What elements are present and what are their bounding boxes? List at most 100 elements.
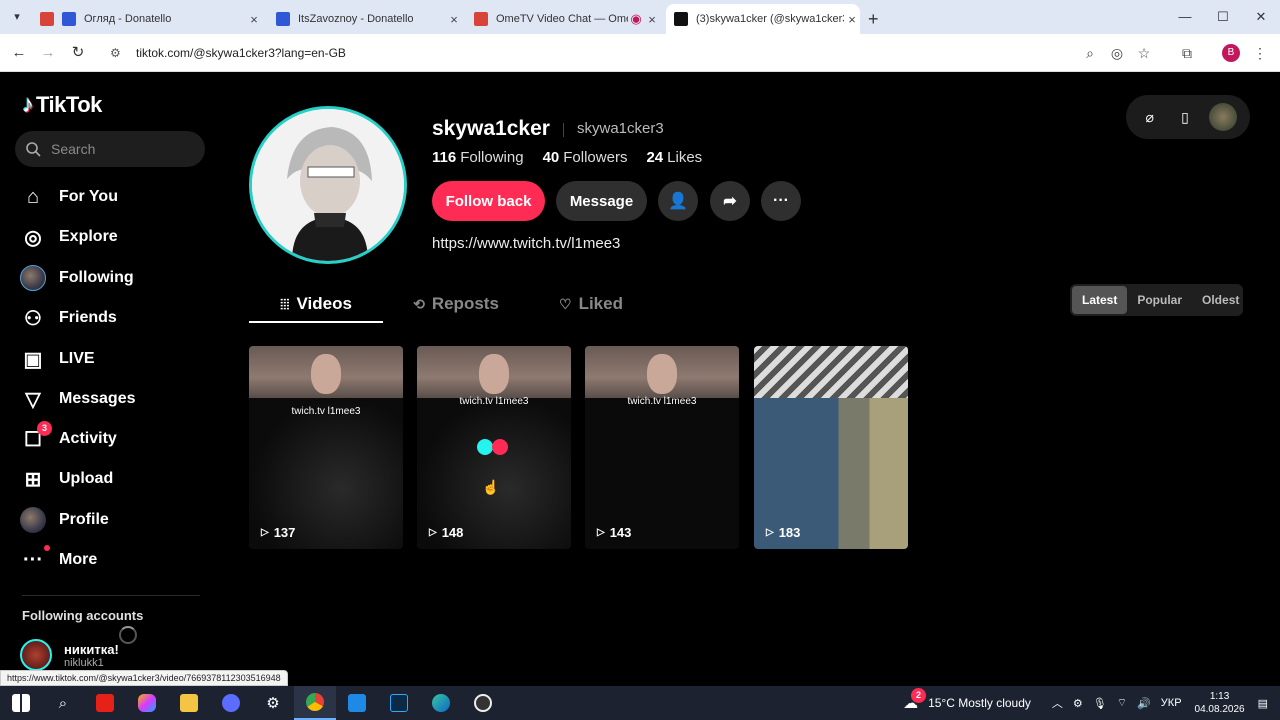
following-stat[interactable]: 116 Following bbox=[432, 149, 524, 166]
sort-latest[interactable]: Latest bbox=[1072, 286, 1128, 314]
url-field[interactable]: ⚙ tiktok.com/@skywa1cker3?lang=en-GB bbox=[104, 39, 1164, 67]
sidebar-item-more[interactable]: ··· More bbox=[18, 542, 208, 578]
maximize-icon[interactable]: ☐ bbox=[1204, 0, 1242, 34]
search-input[interactable]: Search bbox=[15, 131, 205, 167]
browser-tab-active[interactable]: (3)skywa1cker (@skywa1cker3) × bbox=[666, 4, 860, 34]
browser-tab[interactable]: OmeTV Video Chat — Ome ◉ × bbox=[474, 4, 660, 34]
sidebar-item-following[interactable]: Following bbox=[18, 260, 208, 296]
edge-icon[interactable] bbox=[420, 686, 462, 720]
app-icon[interactable] bbox=[210, 686, 252, 720]
copilot-icon[interactable] bbox=[126, 686, 168, 720]
windows-taskbar: ⌕ ⚙ ☁ 2 15°C Mostly cloudy ︿ ⚙ 🎙 ⌔ 🔊 УКР … bbox=[0, 686, 1280, 720]
video-caption: twich.tv l1mee3 bbox=[291, 406, 361, 417]
video-card[interactable]: twich.tv l1mee3 ▷ 143 bbox=[585, 346, 739, 549]
minimize-icon[interactable]: — bbox=[1166, 0, 1204, 34]
sidebar-item-label: LIVE bbox=[59, 350, 95, 367]
browser-tab[interactable]: ItsZavoznoy - Donatello × bbox=[276, 4, 462, 34]
tab-close-icon[interactable]: × bbox=[246, 12, 262, 27]
tray-chevron-icon[interactable]: ︿ bbox=[1052, 695, 1063, 711]
donatello-favicon-icon bbox=[276, 12, 290, 26]
back-icon[interactable]: ← bbox=[9, 43, 29, 63]
share-icon[interactable]: ➦ bbox=[710, 181, 750, 221]
loading-spinner-icon bbox=[119, 626, 137, 644]
profile-avatar[interactable] bbox=[249, 106, 407, 264]
new-tab-button[interactable]: + bbox=[868, 4, 888, 34]
tab-videos[interactable]: ⦙⦙⦙ Videos bbox=[249, 285, 383, 323]
browser-tab-title: (3)skywa1cker (@skywa1cker3) bbox=[696, 13, 844, 25]
forward-icon[interactable]: → bbox=[38, 43, 58, 63]
extensions-icon[interactable]: ⧉ bbox=[1177, 43, 1197, 63]
tiktok-note-icon: ♪ bbox=[22, 91, 34, 118]
video-card[interactable]: ▷ 183 bbox=[754, 346, 908, 549]
tab-liked[interactable]: ♡ Liked bbox=[541, 285, 641, 323]
recording-icon: ◉ bbox=[630, 11, 642, 26]
sidebar-item-for-you[interactable]: ⌂ For You bbox=[18, 179, 208, 215]
vpn-icon[interactable] bbox=[336, 686, 378, 720]
tab-close-icon[interactable]: × bbox=[844, 12, 860, 27]
mobile-app-icon[interactable]: ▯ bbox=[1174, 106, 1196, 128]
photoshop-icon[interactable] bbox=[378, 686, 420, 720]
loading-dots-icon bbox=[477, 439, 508, 455]
sidebar-item-upload[interactable]: ⊞ Upload bbox=[18, 461, 208, 497]
active-tab-underline bbox=[249, 321, 383, 323]
tiktok-logo[interactable]: ♪ TikTok bbox=[22, 91, 102, 119]
video-card[interactable]: twich.tv l1mee3 ▷ 137 bbox=[249, 346, 403, 549]
more-options-icon[interactable]: ··· bbox=[761, 181, 801, 221]
tab-search-chevron-icon[interactable]: ▾ bbox=[8, 8, 26, 26]
follow-back-button[interactable]: Follow back bbox=[432, 181, 545, 221]
microphone-icon[interactable]: 🎙 bbox=[1093, 697, 1107, 710]
wifi-icon[interactable]: ⌔ bbox=[1117, 696, 1127, 710]
reload-icon[interactable]: ↻ bbox=[68, 43, 88, 63]
sidebar-item-label: Explore bbox=[59, 228, 118, 245]
zoom-icon[interactable]: ⌕ bbox=[1080, 43, 1100, 63]
sidebar-item-label: Profile bbox=[59, 511, 109, 528]
browser-profile-avatar[interactable]: B bbox=[1222, 44, 1240, 62]
followers-count: 40 bbox=[542, 149, 560, 166]
sidebar-item-activity[interactable]: ☐ 3 Activity bbox=[18, 421, 208, 457]
obs-icon[interactable] bbox=[462, 686, 504, 720]
file-explorer-icon[interactable] bbox=[168, 686, 210, 720]
search-icon bbox=[26, 142, 41, 157]
play-icon: ▷ bbox=[766, 527, 774, 538]
message-button[interactable]: Message bbox=[556, 181, 647, 221]
start-icon[interactable] bbox=[0, 686, 42, 720]
sidebar-item-messages[interactable]: ▽ Messages bbox=[18, 381, 208, 417]
sidebar-item-live[interactable]: ▣ LIVE bbox=[18, 341, 208, 377]
add-friend-icon[interactable]: 👤 bbox=[658, 181, 698, 221]
following-account-item[interactable]: никитка! niklukk1 bbox=[20, 639, 119, 670]
weather-cloud-icon[interactable]: ☁ 2 bbox=[903, 688, 927, 712]
view-count: ▷ 137 bbox=[261, 525, 295, 540]
sidebar-item-profile[interactable]: Profile bbox=[18, 502, 208, 538]
settings-icon[interactable]: ⚙ bbox=[252, 686, 294, 720]
tab-reposts[interactable]: ⟲ Reposts bbox=[399, 285, 513, 323]
plus-square-icon: ⊞ bbox=[24, 468, 42, 491]
volume-icon[interactable]: 🔊 bbox=[1137, 697, 1151, 710]
browser-menu-icon[interactable]: ⋮ bbox=[1250, 43, 1270, 63]
eye-off-icon[interactable]: ◎ bbox=[1107, 43, 1127, 63]
sidebar-item-explore[interactable]: ◎ Explore bbox=[18, 219, 208, 255]
notifications-icon[interactable]: ▤ bbox=[1258, 697, 1268, 710]
tab-close-icon[interactable]: × bbox=[446, 12, 462, 27]
site-info-icon[interactable]: ⚙ bbox=[110, 46, 128, 60]
sidebar-item-friends[interactable]: ⚇ Friends bbox=[18, 300, 208, 336]
chrome-icon[interactable] bbox=[294, 686, 336, 720]
sort-popular[interactable]: Popular bbox=[1127, 286, 1192, 314]
followers-stat[interactable]: 40 Followers bbox=[543, 149, 628, 166]
account-name: никитка! bbox=[64, 641, 119, 657]
user-avatar[interactable] bbox=[1209, 103, 1238, 131]
following-accounts-title: Following accounts bbox=[22, 608, 144, 623]
weather-text[interactable]: 15°C Mostly cloudy bbox=[928, 696, 1031, 710]
clock[interactable]: 1:13 04.08.2026 bbox=[1195, 690, 1245, 716]
tab-close-icon[interactable]: × bbox=[644, 12, 660, 27]
close-window-icon[interactable]: ✕ bbox=[1242, 0, 1280, 34]
play-icon: ▷ bbox=[429, 527, 437, 538]
browser-tab[interactable]: Огляд - Donatello × bbox=[40, 4, 262, 34]
taskbar-search-icon[interactable]: ⌕ bbox=[42, 686, 84, 720]
sort-oldest[interactable]: Oldest bbox=[1192, 286, 1249, 314]
settings-tray-icon[interactable]: ⚙ bbox=[1073, 697, 1083, 710]
language-indicator[interactable]: УКР bbox=[1161, 697, 1182, 709]
youtube-icon[interactable] bbox=[84, 686, 126, 720]
coins-icon[interactable]: ⌀ bbox=[1139, 106, 1161, 128]
bookmark-star-icon[interactable]: ☆ bbox=[1134, 43, 1154, 63]
profile-link[interactable]: https://www.twitch.tv/l1mee3 bbox=[432, 235, 620, 252]
